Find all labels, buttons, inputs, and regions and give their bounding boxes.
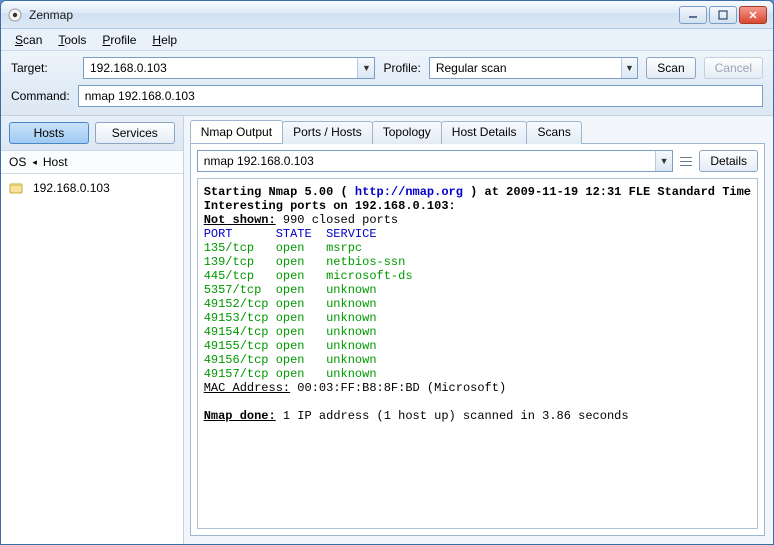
profile-dropdown-icon[interactable]: ▼ xyxy=(621,58,638,78)
profile-combo[interactable]: ▼ xyxy=(429,57,638,79)
tab-topology[interactable]: Topology xyxy=(372,121,442,144)
command-input[interactable] xyxy=(78,85,763,107)
menu-tools[interactable]: Tools xyxy=(52,31,92,49)
app-window: Zenmap Scan Tools Profile Help Target: ▼… xyxy=(0,0,774,545)
host-list: 192.168.0.103 xyxy=(1,174,183,544)
titlebar[interactable]: Zenmap xyxy=(1,1,773,29)
app-icon xyxy=(7,7,23,23)
services-button[interactable]: Services xyxy=(95,122,175,144)
window-controls xyxy=(679,6,767,24)
tabs: Nmap Output Ports / Hosts Topology Host … xyxy=(190,120,765,144)
command-label: Command: xyxy=(11,89,70,103)
host-list-header: OS ◂ Host xyxy=(1,150,183,174)
cancel-button: Cancel xyxy=(704,57,763,79)
target-dropdown-icon[interactable]: ▼ xyxy=(357,58,374,78)
target-input[interactable] xyxy=(84,58,357,78)
right-pane: Nmap Output Ports / Hosts Topology Host … xyxy=(184,116,773,544)
command-row: Command: xyxy=(1,85,773,116)
minimize-button[interactable] xyxy=(679,6,707,24)
menu-scan[interactable]: Scan xyxy=(9,31,48,49)
list-item[interactable]: 192.168.0.103 xyxy=(1,178,183,198)
window-title: Zenmap xyxy=(29,8,679,22)
target-label: Target: xyxy=(11,61,75,75)
col-host[interactable]: Host xyxy=(43,155,68,169)
close-button[interactable] xyxy=(739,6,767,24)
menubar: Scan Tools Profile Help xyxy=(1,29,773,51)
hosts-button[interactable]: Hosts xyxy=(9,122,89,144)
menu-profile[interactable]: Profile xyxy=(96,31,142,49)
filter-icon[interactable] xyxy=(679,152,693,170)
profile-input[interactable] xyxy=(430,58,621,78)
output-command-input[interactable] xyxy=(198,151,655,171)
output-command-combo[interactable]: ▼ xyxy=(197,150,674,172)
host-ip: 192.168.0.103 xyxy=(33,181,110,195)
details-button[interactable]: Details xyxy=(699,150,758,172)
left-pane: Hosts Services OS ◂ Host 192.168.0.103 xyxy=(1,116,184,544)
tab-nmap-output[interactable]: Nmap Output xyxy=(190,120,283,143)
nmap-output-area[interactable]: Starting Nmap 5.00 ( http://nmap.org ) a… xyxy=(197,178,758,529)
os-icon xyxy=(9,181,23,195)
output-command-dropdown-icon[interactable]: ▼ xyxy=(655,151,672,171)
tab-host-details[interactable]: Host Details xyxy=(441,121,528,144)
hosts-services-toggle: Hosts Services xyxy=(1,116,183,150)
scan-button[interactable]: Scan xyxy=(646,57,695,79)
target-combo[interactable]: ▼ xyxy=(83,57,375,79)
profile-label: Profile: xyxy=(383,61,420,75)
col-sort-icon[interactable]: ◂ xyxy=(32,157,37,168)
tab-scans[interactable]: Scans xyxy=(526,121,581,144)
tab-body: ▼ Details Starting Nmap 5.00 ( http://nm… xyxy=(190,144,765,536)
workspace: Hosts Services OS ◂ Host 192.168.0.103 N… xyxy=(1,116,773,544)
output-toolbar: ▼ Details xyxy=(197,150,758,172)
tab-ports-hosts[interactable]: Ports / Hosts xyxy=(282,121,373,144)
maximize-button[interactable] xyxy=(709,6,737,24)
menu-help[interactable]: Help xyxy=(146,31,183,49)
col-os[interactable]: OS xyxy=(9,155,26,169)
target-toolbar: Target: ▼ Profile: ▼ Scan Cancel xyxy=(1,51,773,85)
